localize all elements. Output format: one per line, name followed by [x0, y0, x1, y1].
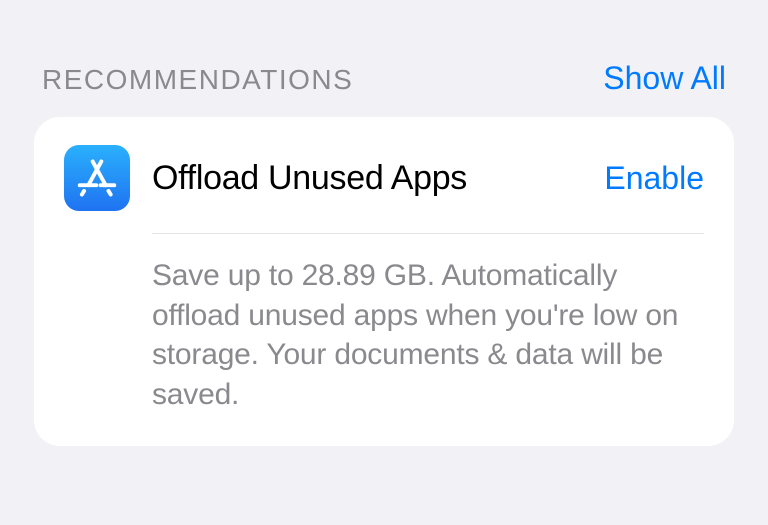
app-store-icon: [64, 145, 130, 211]
divider: [152, 233, 704, 234]
section-title: RECOMMENDATIONS: [42, 64, 353, 96]
recommendation-title: Offload Unused Apps: [152, 159, 467, 198]
card-top-row: Offload Unused Apps Enable: [64, 145, 704, 211]
card-title-row: Offload Unused Apps Enable: [152, 159, 704, 198]
enable-button[interactable]: Enable: [604, 160, 704, 197]
recommendation-description: Save up to 28.89 GB. Automatically offlo…: [152, 256, 704, 414]
recommendation-card: Offload Unused Apps Enable Save up to 28…: [34, 117, 734, 446]
section-header: RECOMMENDATIONS Show All: [34, 60, 734, 97]
show-all-link[interactable]: Show All: [603, 60, 726, 97]
